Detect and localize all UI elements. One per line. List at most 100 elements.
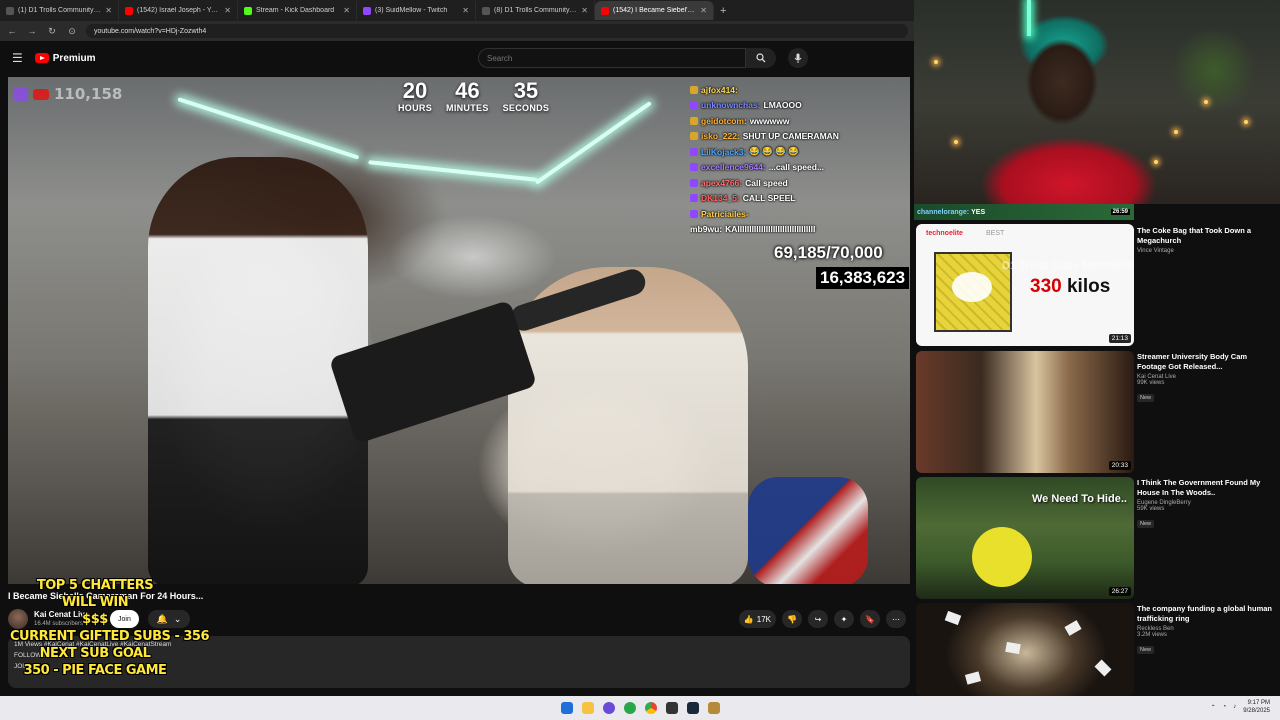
thumbnail-text: 330 kilos bbox=[1030, 276, 1111, 297]
string-light bbox=[934, 60, 938, 64]
like-button[interactable]: 👍 17K bbox=[738, 610, 776, 628]
site-info-icon[interactable]: ⊙ bbox=[66, 26, 78, 37]
recommendations-sidebar: channelorange: YES 26:59 technoelite BES… bbox=[914, 204, 1280, 696]
string-light bbox=[1204, 100, 1208, 104]
new-badge: New bbox=[1137, 520, 1155, 528]
chat-username: geidotcom: bbox=[701, 115, 747, 126]
browser-tab[interactable]: (1542) Israel Joseph - YouTube ✕ bbox=[119, 1, 238, 20]
video-duration: 20:33 bbox=[1108, 461, 1131, 470]
chat-message: YES bbox=[971, 208, 986, 216]
video-player[interactable]: 110,158 20 HOURS 46 MINUTES 35 SECONDS ajfox4… bbox=[8, 77, 910, 584]
browser-tab[interactable]: (1542) I Became Siebel's Came ✕ bbox=[595, 1, 714, 20]
close-icon[interactable]: ✕ bbox=[462, 6, 469, 15]
search-bar bbox=[478, 48, 808, 68]
chat-username: LilKojack3: bbox=[701, 146, 747, 157]
close-icon[interactable]: ✕ bbox=[224, 6, 231, 15]
more-button[interactable]: ⋯ bbox=[886, 610, 906, 628]
thumbs-down-icon: 👎 bbox=[787, 614, 797, 624]
video-thumbnail[interactable]: technoelite BEST 330 kilos 21:13 bbox=[916, 224, 1134, 346]
app-icon[interactable] bbox=[707, 702, 720, 714]
thumbnail-label: technoelite bbox=[926, 230, 963, 237]
tab-title: (1) D1 Trolls Community / X bbox=[18, 7, 102, 14]
video-meta-title[interactable]: The company funding a global human traff… bbox=[1137, 604, 1277, 624]
video-meta-title[interactable]: Streamer University Body Cam Footage Got… bbox=[1137, 352, 1277, 372]
tab-favicon-icon bbox=[482, 6, 490, 15]
reload-icon[interactable]: ↻ bbox=[46, 26, 58, 37]
overlay-line: CURRENT GIFTED SUBS - 356 bbox=[10, 629, 210, 644]
close-icon[interactable]: ✕ bbox=[581, 6, 588, 15]
stream-chat-overlay: ajfox414: unknownchas: LMAOOO geidotcom: www… bbox=[690, 82, 910, 237]
wifi-icon[interactable]: ◔ bbox=[1223, 704, 1227, 710]
rabbit-graphic bbox=[952, 272, 992, 302]
browser-tab[interactable]: (8) D1 Trolls Community / X ✕ bbox=[476, 1, 595, 20]
video-meta[interactable]: The Coke Bag that Took Down a Megachurch… bbox=[1137, 226, 1277, 254]
total-count: 16,383,623 bbox=[816, 267, 910, 289]
ceiling-led bbox=[177, 97, 360, 160]
start-icon[interactable] bbox=[560, 702, 573, 714]
video-meta-channel[interactable]: Vince Vintage bbox=[1137, 248, 1277, 254]
steam-icon[interactable] bbox=[686, 702, 699, 714]
chat-username: unknownchas: bbox=[701, 100, 761, 111]
address-bar[interactable]: youtube.com/watch?v=HDj-Zozwth4 bbox=[86, 24, 908, 38]
browser-tab[interactable]: (3) SuidMellow - Twitch ✕ bbox=[357, 1, 476, 20]
chrome-icon[interactable] bbox=[644, 702, 657, 714]
countdown-value: 46 bbox=[455, 78, 480, 103]
chat-text: Call speed bbox=[745, 177, 788, 188]
paper-graphic bbox=[1094, 659, 1112, 677]
search-input[interactable] bbox=[478, 48, 746, 68]
countdown-unit: 20 HOURS bbox=[398, 78, 432, 114]
video-thumbnail[interactable]: 20:33 bbox=[916, 351, 1134, 473]
app-icon[interactable] bbox=[602, 702, 615, 714]
close-icon[interactable]: ✕ bbox=[105, 6, 112, 15]
sparkle-icon: ✦ bbox=[840, 614, 848, 624]
chat-text: 😂 😂 😂 😂 bbox=[749, 146, 799, 157]
forward-icon[interactable]: → bbox=[26, 26, 38, 36]
ask-button[interactable]: ✦ bbox=[834, 610, 854, 628]
viewer-count-overlay: 110,158 bbox=[54, 85, 123, 103]
tab-title: Stream - Kick Dashboard bbox=[256, 7, 335, 14]
chat-username: mb9wu: bbox=[690, 224, 723, 235]
menu-icon[interactable]: ☰ bbox=[12, 51, 23, 65]
chat-badge-icon bbox=[690, 116, 698, 125]
new-tab-button[interactable]: + bbox=[714, 5, 732, 17]
string-light bbox=[954, 140, 958, 144]
countdown-value: 20 bbox=[402, 78, 428, 103]
chat-strip-time: 26:59 bbox=[1110, 209, 1130, 215]
chat-message: DK134_5: CALL SPEEL bbox=[690, 191, 910, 207]
video-meta[interactable]: The company funding a global human traff… bbox=[1137, 604, 1277, 656]
clock[interactable]: 9:17 PM 9/28/2025 bbox=[1243, 699, 1270, 715]
obs-icon[interactable] bbox=[665, 702, 678, 714]
dislike-button[interactable]: 👎 bbox=[782, 610, 802, 628]
sidebar-chat-strip: channelorange: YES 26:59 bbox=[914, 204, 1134, 220]
tab-favicon-icon bbox=[125, 6, 133, 15]
chevron-up-icon[interactable]: ⌃ bbox=[1211, 704, 1216, 711]
video-actions: 👍 17K 👎 ↪ ✦ 🔖 ⋯ bbox=[738, 610, 906, 628]
tab-favicon-icon bbox=[363, 6, 371, 15]
save-button[interactable]: 🔖 bbox=[860, 610, 880, 628]
video-meta[interactable]: I Think The Government Found My House In… bbox=[1137, 478, 1277, 530]
youtube-logo[interactable]: Premium bbox=[34, 53, 96, 64]
file-explorer-icon[interactable] bbox=[581, 702, 594, 714]
back-icon[interactable]: ← bbox=[6, 26, 18, 36]
browser-tab[interactable]: Stream - Kick Dashboard ✕ bbox=[238, 1, 357, 20]
close-icon[interactable]: ✕ bbox=[343, 6, 350, 15]
video-thumbnail[interactable]: We Need To Hide.. 26:27 bbox=[916, 477, 1134, 599]
chat-username: apex4766: bbox=[701, 177, 743, 188]
ceiling-led bbox=[534, 101, 652, 185]
browser-url-bar: ← → ↻ ⊙ youtube.com/watch?v=HDj-Zozwth4 bbox=[0, 21, 914, 41]
close-icon[interactable]: ✕ bbox=[700, 6, 707, 15]
stream-platform-bug: 110,158 bbox=[14, 85, 122, 103]
video-meta[interactable]: Streamer University Body Cam Footage Got… bbox=[1137, 352, 1277, 404]
speaker-icon[interactable]: ♪ bbox=[1233, 704, 1236, 710]
browser-tab[interactable]: (1) D1 Trolls Community / X ✕ bbox=[0, 1, 119, 20]
video-meta-title[interactable]: I Think The Government Found My House In… bbox=[1137, 478, 1277, 498]
chat-text: LMAOOO bbox=[763, 100, 802, 111]
person-graphic bbox=[972, 527, 1032, 587]
search-button[interactable] bbox=[746, 48, 776, 68]
tab-title: (3) SuidMellow - Twitch bbox=[375, 7, 448, 14]
share-button[interactable]: ↪ bbox=[808, 610, 828, 628]
xbox-icon[interactable] bbox=[623, 702, 636, 714]
voice-search-button[interactable] bbox=[788, 48, 808, 68]
video-meta-title[interactable]: The Coke Bag that Took Down a Megachurch bbox=[1137, 226, 1277, 246]
video-thumbnail[interactable] bbox=[916, 603, 1134, 696]
